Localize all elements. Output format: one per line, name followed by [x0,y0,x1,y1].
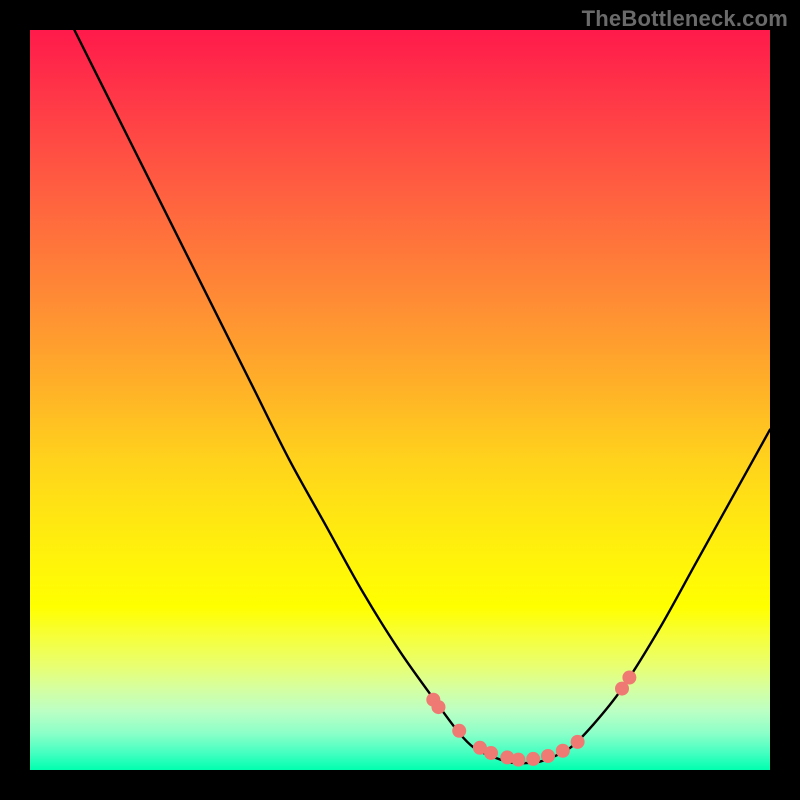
bottleneck-curve-path [74,30,770,763]
curve-markers-group [426,671,636,767]
curve-marker [622,671,636,685]
curve-marker [526,752,540,766]
curve-marker [484,746,498,760]
watermark-text: TheBottleneck.com [582,6,788,32]
curve-marker [571,735,585,749]
curve-marker [452,724,466,738]
curve-marker [431,700,445,714]
bottleneck-chart [30,30,770,770]
curve-marker [556,744,570,758]
curve-marker [541,749,555,763]
curve-marker [511,753,525,767]
